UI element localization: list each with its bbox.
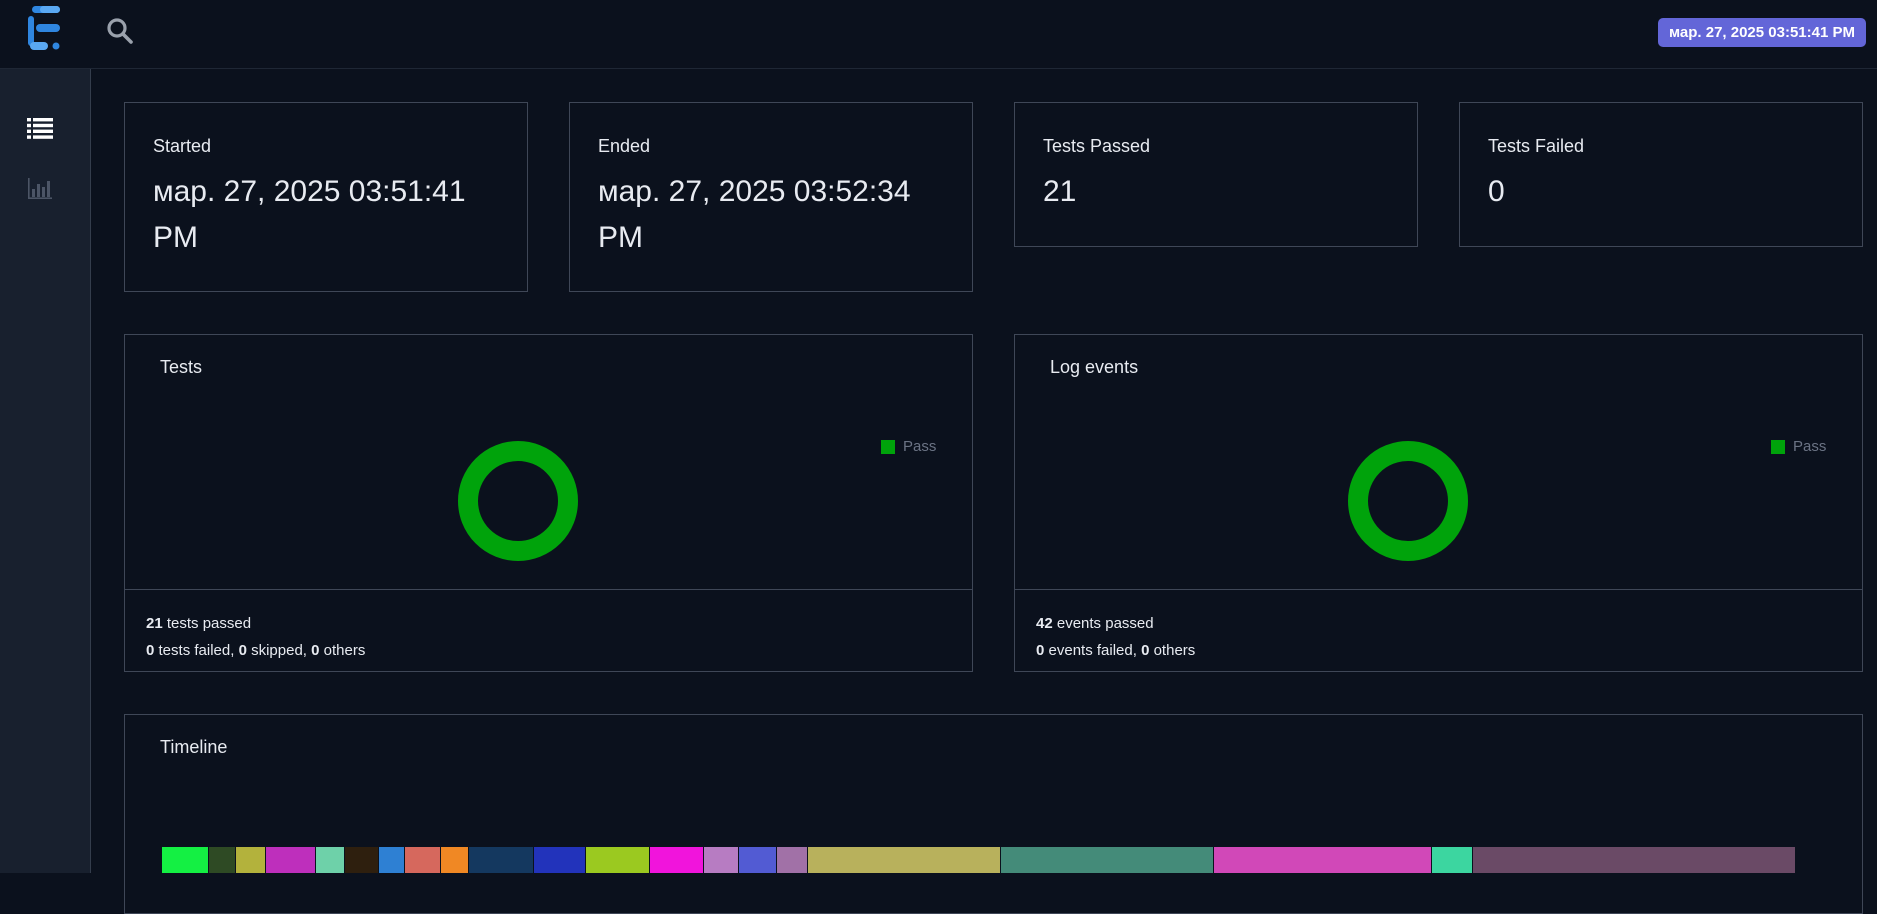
- timeline-segment[interactable]: [379, 847, 405, 873]
- timeline-segment[interactable]: [316, 847, 345, 873]
- tests-others-text: others: [323, 642, 366, 659]
- tests-skipped-count: 0: [238, 642, 247, 659]
- stat-value: 0: [1488, 175, 1505, 208]
- timeline-card: Timeline: [124, 714, 1863, 914]
- stat-label: Started: [153, 136, 212, 156]
- events-others-text: others: [1153, 642, 1196, 659]
- events-failed-text: events failed,: [1048, 642, 1137, 659]
- dashboard-main: Started мар. 27, 2025 03:51:41 PM Ended …: [91, 69, 1877, 914]
- tests-failed-text: tests failed,: [158, 642, 235, 659]
- top-bar: мар. 27, 2025 03:51:41 PM: [0, 0, 1877, 69]
- timeline-segment[interactable]: [739, 847, 777, 873]
- events-failed-count: 0: [1036, 642, 1045, 659]
- timeline-segment[interactable]: [650, 847, 704, 873]
- report-date-badge: мар. 27, 2025 03:51:41 PM: [1657, 18, 1866, 47]
- legend-swatch-pass: [881, 439, 895, 454]
- stat-card-started: Started мар. 27, 2025 03:51:41 PM: [124, 102, 528, 292]
- timeline-segment[interactable]: [704, 847, 739, 873]
- timeline-segment[interactable]: [1432, 847, 1473, 873]
- stat-label: Tests Failed: [1488, 136, 1585, 156]
- timeline-segment[interactable]: [1473, 847, 1796, 873]
- log-events-chart-card: Log events Pass 42 events passed 0 event…: [1014, 334, 1863, 672]
- donut-slice-pass: [458, 441, 578, 561]
- timeline-segment[interactable]: [345, 847, 379, 873]
- extent-logo[interactable]: [26, 6, 66, 52]
- donut-slice-pass: [1348, 441, 1468, 561]
- tests-summary: 21 tests passed 0 tests failed, 0 skippe…: [125, 589, 972, 671]
- list-icon[interactable]: [27, 117, 53, 139]
- timeline-segment[interactable]: [1214, 847, 1432, 873]
- timeline-segment[interactable]: [1001, 847, 1214, 873]
- search-icon[interactable]: [106, 17, 134, 45]
- tests-donut-chart: [458, 441, 578, 561]
- stat-card-tests-failed: Tests Failed 0: [1459, 102, 1863, 247]
- timeline-segment[interactable]: [586, 847, 650, 873]
- events-summary: 42 events passed 0 events failed, 0 othe…: [1015, 589, 1862, 671]
- tests-chart-card: Tests Pass 21 tests passed 0 tests faile…: [124, 334, 973, 672]
- events-others-count: 0: [1141, 642, 1150, 659]
- timeline-segment[interactable]: [405, 847, 441, 873]
- stat-label: Tests Passed: [1043, 136, 1151, 156]
- timeline-segment[interactable]: [209, 847, 236, 873]
- chart-title: Timeline: [160, 737, 228, 757]
- timeline-segment[interactable]: [441, 847, 469, 873]
- timeline-segment[interactable]: [777, 847, 808, 873]
- tests-failed-count: 0: [146, 642, 155, 659]
- legend-swatch-pass: [1771, 439, 1785, 454]
- tests-passed-text: tests passed: [166, 615, 252, 632]
- chart-legend[interactable]: Pass: [881, 438, 936, 455]
- timeline-segment[interactable]: [469, 847, 534, 873]
- stat-card-tests-passed: Tests Passed 21: [1014, 102, 1418, 247]
- timeline-segment[interactable]: [808, 847, 1001, 873]
- stat-value: мар. 27, 2025 03:51:41 PM: [153, 175, 466, 254]
- legend-label: Pass: [1793, 438, 1827, 455]
- chart-title: Tests: [160, 357, 203, 377]
- events-donut-chart: [1348, 441, 1468, 561]
- sidebar: [0, 69, 91, 873]
- tests-others-count: 0: [311, 642, 320, 659]
- events-passed-count: 42: [1036, 615, 1053, 632]
- timeline-bar: [162, 847, 1796, 873]
- stat-value: мар. 27, 2025 03:52:34 PM: [598, 175, 911, 254]
- timeline-segment[interactable]: [266, 847, 316, 873]
- timeline-segment[interactable]: [162, 847, 209, 873]
- timeline-segment[interactable]: [534, 847, 586, 873]
- stat-value: 21: [1043, 175, 1077, 208]
- chart-title: Log events: [1050, 357, 1139, 377]
- tests-skipped-text: skipped,: [251, 642, 307, 659]
- bar-chart-icon[interactable]: [27, 178, 53, 200]
- tests-passed-count: 21: [146, 615, 163, 632]
- timeline-segment[interactable]: [236, 847, 266, 873]
- chart-legend[interactable]: Pass: [1771, 438, 1826, 455]
- stat-label: Ended: [598, 136, 651, 156]
- legend-label: Pass: [903, 438, 937, 455]
- events-passed-text: events passed: [1056, 615, 1154, 632]
- stat-card-ended: Ended мар. 27, 2025 03:52:34 PM: [569, 102, 973, 292]
